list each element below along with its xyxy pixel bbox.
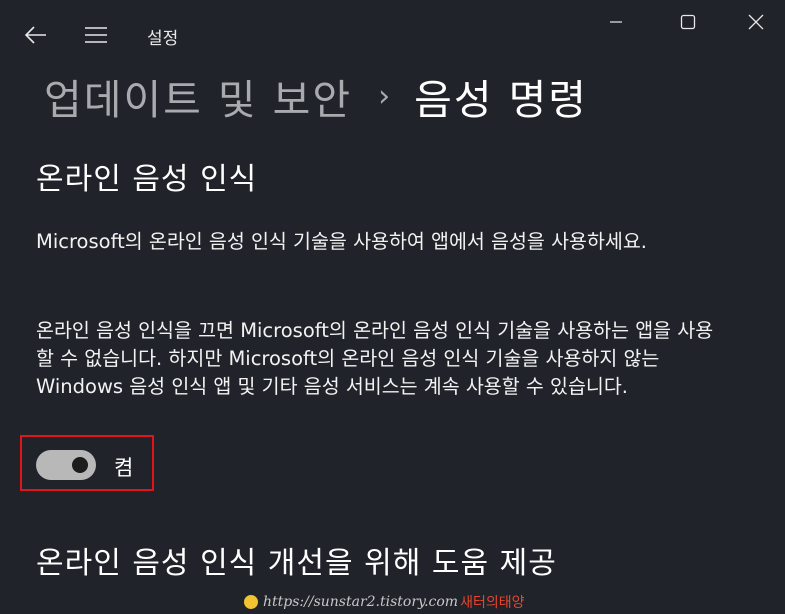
online-speech-heading: 온라인 음성 인식	[36, 162, 258, 197]
title-bar: 설정	[0, 0, 785, 70]
improve-speech-heading: 온라인 음성 인식 개선을 위해 도움 제공	[36, 546, 557, 581]
online-speech-description: Microsoft의 온라인 음성 인식 기술을 사용하여 앱에서 음성을 사용…	[36, 230, 647, 253]
online-speech-off-description: 온라인 음성 인식을 끄면 Microsoft의 온라인 음성 인식 기술을 사…	[36, 319, 714, 398]
arrow-left-icon	[25, 26, 46, 44]
watermark-name: 새터의태양	[460, 595, 525, 611]
toggle-knob	[72, 457, 88, 473]
minimize-button[interactable]	[593, 4, 639, 40]
online-speech-toggle[interactable]	[36, 450, 96, 480]
hamburger-icon	[85, 27, 107, 43]
breadcrumb-parent-link[interactable]: 업데이트 및 보안	[44, 66, 352, 126]
settings-window: 설정 업데이트 및 보안 › 음성 명령 온라인 음성 인식 Microsoft…	[0, 0, 785, 614]
minimize-icon	[610, 21, 622, 23]
app-title: 설정	[147, 29, 179, 49]
close-icon	[748, 14, 764, 30]
toggle-state-label: 켬	[114, 456, 134, 480]
close-button[interactable]	[733, 4, 779, 40]
breadcrumb: 업데이트 및 보안 › 음성 명령	[44, 66, 588, 126]
chevron-right-icon: ›	[378, 78, 393, 114]
watermark-url: https://sunstar2.tistory.com	[263, 594, 459, 610]
navigation-menu-button[interactable]	[76, 18, 116, 52]
maximize-button[interactable]	[665, 4, 711, 40]
page-title: 음성 명령	[414, 76, 589, 124]
smiley-icon	[244, 595, 258, 609]
watermark: https://sunstar2.tistory.com 새터의태양	[244, 592, 524, 612]
back-button[interactable]	[16, 18, 56, 52]
maximize-icon	[680, 14, 696, 30]
